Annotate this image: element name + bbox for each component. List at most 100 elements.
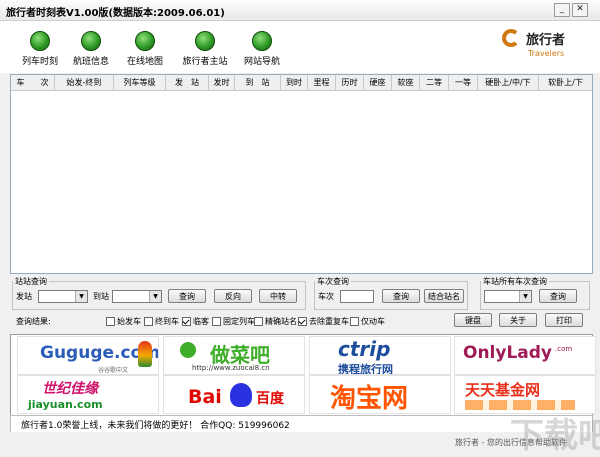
column-header[interactable]: 始发-终到 xyxy=(55,75,114,90)
checkbox-label: 临客 xyxy=(193,317,209,326)
column-header[interactable]: 里程 xyxy=(308,75,336,90)
toolbar-label: 列车时刻 xyxy=(21,57,58,67)
checkbox-box xyxy=(106,317,115,326)
exact-station-checkbox[interactable]: 精确站名 xyxy=(254,316,297,327)
column-header[interactable]: 硬卧上/中/下 xyxy=(478,75,539,90)
about-button[interactable]: 关于 xyxy=(499,313,537,327)
column-header[interactable]: 历时 xyxy=(336,75,364,90)
paw-icon xyxy=(230,383,252,407)
green-ball-icon xyxy=(81,31,101,51)
terminal-train-checkbox[interactable]: 终到车 xyxy=(144,316,179,327)
train-query-button[interactable]: 查询 xyxy=(382,289,420,303)
toolbar-flight-info[interactable]: 航班信息 xyxy=(63,31,119,67)
checkbox-checked-box xyxy=(182,317,191,326)
checkbox-box xyxy=(254,317,263,326)
green-ball-icon xyxy=(195,31,215,51)
dropdown-arrow-icon: ▼ xyxy=(519,291,531,302)
travelers-logo: 旅行者 Travelers xyxy=(498,25,578,63)
result-options-row: 查询结果: 始发车 终到车 临客 固定列车 精确站名 去除重复车 仅动车 键盘 … xyxy=(10,312,591,330)
green-ball-icon xyxy=(135,31,155,51)
checkbox-box xyxy=(350,317,359,326)
column-header[interactable]: 一等 xyxy=(449,75,478,90)
result-label: 查询结果: xyxy=(16,317,51,326)
column-header[interactable]: 到时 xyxy=(281,75,308,90)
green-ball-icon xyxy=(252,31,272,51)
logo-cn-text: 旅行者 xyxy=(526,33,566,48)
column-header[interactable]: 列车等级 xyxy=(114,75,166,90)
from-station-select[interactable]: ▼ xyxy=(38,290,88,303)
ad-subtitle: 百度 xyxy=(256,391,284,407)
to-station-select[interactable]: ▼ xyxy=(112,290,162,303)
combine-station-button[interactable]: 结合站名 xyxy=(424,289,464,303)
to-station-label: 到站 xyxy=(93,292,109,301)
train-number-label: 车次 xyxy=(318,292,334,301)
swirl-logo-icon xyxy=(502,29,520,47)
toolbar-label: 旅行者主站 xyxy=(182,57,228,67)
keyboard-button[interactable]: 键盘 xyxy=(454,313,492,327)
toolbar-online-map[interactable]: 在线地图 xyxy=(117,31,173,67)
ad-title: ctrip xyxy=(338,337,391,361)
train-query-legend: 车次查询 xyxy=(317,277,349,286)
close-button[interactable]: ✕ xyxy=(572,3,588,17)
station-query-button[interactable]: 查询 xyxy=(168,289,206,303)
ad-onlylady[interactable]: OnlyLady .com xyxy=(454,336,596,375)
ad-baidu[interactable]: Bai 百度 xyxy=(163,375,305,414)
ad-banner-area: Guguge.com 谷谷歌中文 做菜吧 http://www.zuocai8.… xyxy=(10,334,596,416)
checkbox-label: 固定列车 xyxy=(223,317,255,326)
transfer-button[interactable]: 中转 xyxy=(259,289,297,303)
toolbar-train-schedule[interactable]: 列车时刻 xyxy=(12,31,68,67)
reverse-button[interactable]: 反向 xyxy=(214,289,252,303)
ad-title: 世纪佳缘 xyxy=(42,381,98,397)
toolbar-label: 网站导航 xyxy=(243,57,280,67)
table-header: 车 次 始发-终到 列车等级 发 站 发时 到 站 到时 里程 历时 硬座 软座… xyxy=(11,75,592,91)
train-number-input[interactable] xyxy=(340,290,374,303)
ad-guguge[interactable]: Guguge.com 谷谷歌中文 xyxy=(17,336,159,375)
window-title: 旅行者时刻表V1.00版(数据版本:2009.06.01) xyxy=(6,8,225,19)
column-header[interactable]: 发时 xyxy=(209,75,235,90)
dropdown-arrow-icon: ▼ xyxy=(75,291,87,302)
green-circle-icon xyxy=(180,342,196,358)
ad-subtitle: 谷谷歌中文 xyxy=(98,367,129,374)
column-header[interactable]: 到 站 xyxy=(235,75,281,90)
ad-subtitle: .com xyxy=(555,345,573,353)
all-trains-query-legend: 车站所有车次查询 xyxy=(483,277,547,286)
starting-train-checkbox[interactable]: 始发车 xyxy=(106,316,141,327)
column-header[interactable]: 车 次 xyxy=(11,75,55,90)
checkbox-label: 始发车 xyxy=(117,317,141,326)
status-bar: 旅行者1.0荣誉上线，未来我们将做的更好！ 合作QQ: 519996062 xyxy=(10,415,593,433)
status-message: 旅行者1.0荣誉上线，未来我们将做的更好！ 合作QQ: 519996062 xyxy=(21,421,290,431)
column-header[interactable]: 硬座 xyxy=(364,75,392,90)
ad-title: Bai xyxy=(188,386,222,408)
temporary-train-checkbox[interactable]: 临客 xyxy=(182,316,209,327)
station-select[interactable]: ▼ xyxy=(484,290,532,303)
ad-subtitle: 携程旅行网 xyxy=(338,363,393,375)
all-trains-query-button[interactable]: 查询 xyxy=(539,289,577,303)
column-header[interactable]: 软卧上/下 xyxy=(539,75,592,90)
from-station-label: 发站 xyxy=(16,292,32,301)
ad-ctrip[interactable]: ctrip 携程旅行网 xyxy=(309,336,451,375)
column-header[interactable]: 二等 xyxy=(420,75,449,90)
minimize-button[interactable]: _ xyxy=(554,3,570,17)
emu-only-checkbox[interactable]: 仅动车 xyxy=(350,316,385,327)
column-header[interactable]: 软座 xyxy=(392,75,420,90)
watermark-text: 下载吧 xyxy=(510,416,600,456)
ad-zuocai[interactable]: 做菜吧 http://www.zuocai8.cn xyxy=(163,336,305,375)
ad-subtitle: http://www.zuocai8.cn xyxy=(192,364,270,372)
toolbar-main-site[interactable]: 旅行者主站 xyxy=(177,31,233,67)
checkbox-checked-box xyxy=(298,317,307,326)
ad-title: OnlyLady xyxy=(463,343,553,363)
timetable-grid[interactable]: 车 次 始发-终到 列车等级 发 站 发时 到 站 到时 里程 历时 硬座 软座… xyxy=(10,74,593,274)
toolbar-label: 在线地图 xyxy=(126,57,163,67)
checkbox-box xyxy=(144,317,153,326)
print-button[interactable]: 打印 xyxy=(545,313,583,327)
green-ball-icon xyxy=(30,31,50,51)
remove-duplicates-checkbox[interactable]: 去除重复车 xyxy=(298,316,349,327)
checkbox-box xyxy=(212,317,221,326)
parrot-icon xyxy=(138,341,152,367)
fixed-train-checkbox[interactable]: 固定列车 xyxy=(212,316,255,327)
ad-jiayuan[interactable]: 世纪佳缘 jiayuan.com xyxy=(17,375,159,414)
ad-taobao[interactable]: 淘宝网 xyxy=(309,375,451,414)
column-header[interactable]: 发 站 xyxy=(166,75,209,90)
toolbar-site-navigation[interactable]: 网站导航 xyxy=(234,31,290,67)
dropdown-arrow-icon: ▼ xyxy=(149,291,161,302)
